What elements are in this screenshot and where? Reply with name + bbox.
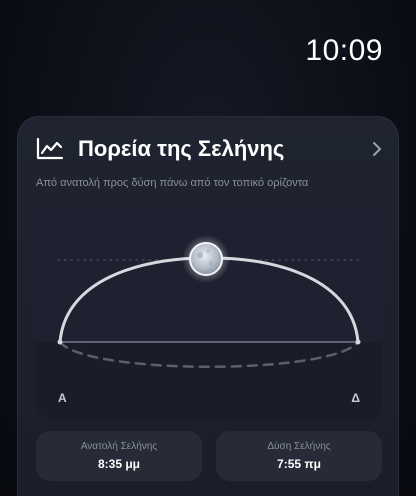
moon-path-diagram: Α Δ: [36, 205, 382, 419]
moonrise-label: Ανατολή Σελήνης: [80, 441, 158, 452]
moon-icon: [189, 242, 223, 276]
rise-set-times: Ανατολή Σελήνης 8:35 μμ Δύση Σελήνης 7:5…: [36, 431, 382, 481]
moonrise-time: 8:35 μμ: [97, 457, 141, 471]
direction-west-label: Δ: [351, 391, 360, 405]
line-chart-icon: [36, 137, 64, 160]
watch-screen: 10:09 Πορεία της Σελήνης Από ανατολή προ…: [0, 0, 416, 496]
card-subtitle: Από ανατολή προς δύση πάνω από τον τοπικ…: [36, 177, 309, 189]
card-title: Πορεία της Σελήνης: [78, 136, 285, 161]
direction-east-label: Α: [58, 391, 67, 405]
moonset-time: 7:55 πμ: [277, 457, 321, 471]
moonrise-point: [57, 339, 63, 345]
card-header: Πορεία της Σελήνης: [36, 133, 384, 165]
moonset-box: Δύση Σελήνης 7:55 πμ: [216, 431, 382, 481]
below-horizon-area: [36, 342, 382, 419]
moonset-point: [355, 339, 361, 345]
moonrise-box: Ανατολή Σελήνης 8:35 μμ: [36, 431, 202, 481]
moonset-label: Δύση Σελήνης: [267, 441, 331, 452]
status-time: 10:09: [305, 34, 383, 67]
moon-path-card[interactable]: Πορεία της Σελήνης Από ανατολή προς δύση…: [17, 116, 399, 496]
chevron-right-icon[interactable]: [370, 140, 384, 158]
